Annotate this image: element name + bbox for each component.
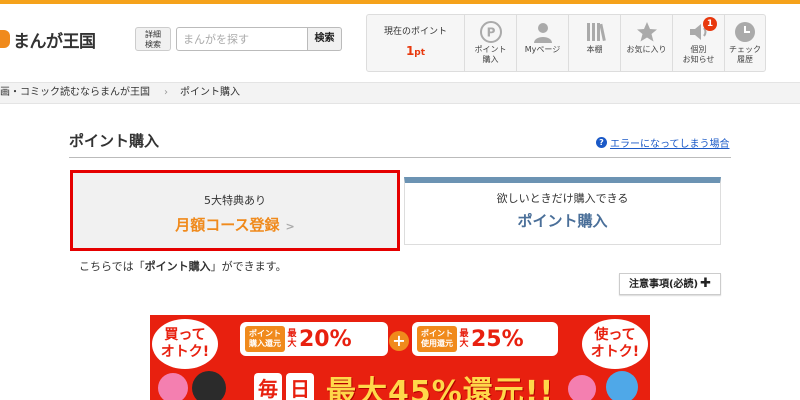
advanced-search-button[interactable]: 詳細 検索 bbox=[135, 27, 171, 51]
title-divider bbox=[69, 157, 731, 158]
point-coin-icon: P bbox=[479, 21, 502, 43]
banner-plus-icon: + bbox=[389, 331, 409, 351]
mascot-black-icon bbox=[192, 371, 226, 400]
mascot-pink-icon bbox=[158, 373, 188, 400]
banner-daily-char-1: 毎 bbox=[254, 373, 282, 400]
tab-point-main: ポイント購入 bbox=[517, 212, 608, 230]
banner-daily-big: 最大45%還元!! bbox=[326, 375, 555, 400]
search-input[interactable] bbox=[176, 27, 308, 51]
chevron-right-icon: > bbox=[285, 220, 295, 233]
star-icon bbox=[636, 22, 657, 42]
banner-bubble-right: 使って オトク! bbox=[582, 319, 648, 369]
clock-icon bbox=[735, 22, 755, 42]
question-icon: ? bbox=[596, 137, 607, 148]
promo-banner[interactable]: 買って オトク! ポイント 購入還元 最大 20% + ポイント 使用還元 最大… bbox=[150, 315, 650, 400]
nav-item-favorites[interactable]: お気に入り bbox=[621, 15, 673, 71]
nav-item-point-purchase[interactable]: P ポイント 購入 bbox=[465, 15, 517, 71]
description-text: こちらでは「ポイント購入」ができます。 bbox=[79, 260, 287, 273]
error-help-link-text: エラーになってしまう場合 bbox=[610, 139, 730, 150]
banner-purchase-rebate: ポイント 購入還元 最大 20% bbox=[240, 322, 388, 356]
nav-item-history[interactable]: チェック 履歴 bbox=[725, 15, 765, 71]
bookshelf-icon bbox=[586, 23, 606, 42]
breadcrumb-current: ポイント購入 bbox=[180, 87, 240, 98]
nav-label-notifications: 個別 お知らせ bbox=[682, 45, 715, 64]
user-icon bbox=[533, 23, 552, 43]
nav-label-history: チェック 履歴 bbox=[729, 45, 761, 64]
banner-purchase-tag: ポイント 購入還元 bbox=[245, 326, 285, 352]
search-button[interactable]: 検索 bbox=[308, 27, 342, 51]
header-nav: 現在のポイント 1pt P ポイント 購入 Myページ 本棚 お気に入り 1 個… bbox=[366, 14, 766, 72]
plus-icon: ✚ bbox=[700, 276, 712, 291]
nav-item-mypage[interactable]: Myページ bbox=[517, 15, 569, 71]
nav-item-notifications[interactable]: 1 個別 お知らせ bbox=[673, 15, 725, 71]
nav-item-bookshelf[interactable]: 本棚 bbox=[569, 15, 621, 71]
logo-text: まんが王国 bbox=[13, 31, 96, 52]
tab-point-sub: 欲しいときだけ購入できる bbox=[496, 192, 629, 205]
breadcrumb: 画・コミック読むならまんが王国 › ポイント購入 bbox=[0, 82, 800, 104]
error-help-link[interactable]: ? エラーになってしまう場合 bbox=[596, 135, 730, 150]
banner-purchase-max: 最大 bbox=[287, 329, 297, 349]
tab-point-purchase[interactable]: 欲しいときだけ購入できる ポイント購入 bbox=[404, 177, 721, 245]
nav-label-favorites: お気に入り bbox=[626, 45, 667, 54]
nav-label-mypage: Myページ bbox=[524, 45, 561, 54]
banner-usage-rebate: ポイント 使用還元 最大 25% bbox=[412, 322, 558, 356]
site-logo[interactable]: まんが王国 bbox=[0, 28, 96, 52]
banner-bubble-left: 買って オトク! bbox=[152, 319, 218, 369]
logo-mark-icon bbox=[0, 30, 10, 48]
banner-usage-tag: ポイント 使用還元 bbox=[417, 326, 457, 352]
nav-label-bookshelf: 本棚 bbox=[586, 45, 603, 54]
banner-daily-headline: 毎 日 最大45%還元!! bbox=[254, 367, 554, 400]
breadcrumb-home-link[interactable]: 画・コミック読むならまんが王国 bbox=[0, 83, 150, 103]
tab-monthly-course[interactable]: 5大特典あり 月額コース登録 > bbox=[70, 170, 400, 251]
tab-monthly-main: 月額コース登録 > bbox=[175, 216, 295, 234]
mascot-blue-icon bbox=[606, 371, 638, 400]
mascot-pink-right-icon bbox=[568, 375, 596, 400]
site-header: まんが王国 詳細 検索 検索 現在のポイント 1pt P ポイント 購入 Myペ… bbox=[0, 4, 800, 76]
nav-label-point-purchase: ポイント 購入 bbox=[474, 45, 507, 64]
notes-required-button[interactable]: 注意事項(必読) ✚ bbox=[619, 273, 721, 295]
svg-text:P: P bbox=[486, 26, 495, 40]
banner-usage-max: 最大 bbox=[459, 329, 469, 349]
current-points-label: 現在のポイント bbox=[383, 27, 447, 37]
tab-monthly-sub: 5大特典あり bbox=[204, 194, 266, 207]
current-points-value: 1pt bbox=[405, 44, 426, 58]
banner-purchase-value: 20% bbox=[299, 326, 352, 352]
page-title: ポイント購入 bbox=[69, 132, 160, 150]
breadcrumb-separator-icon: › bbox=[164, 87, 168, 98]
current-points: 現在のポイント 1pt bbox=[367, 15, 465, 71]
banner-daily-char-2: 日 bbox=[286, 373, 314, 400]
notification-badge: 1 bbox=[703, 17, 717, 31]
banner-usage-value: 25% bbox=[471, 326, 524, 352]
